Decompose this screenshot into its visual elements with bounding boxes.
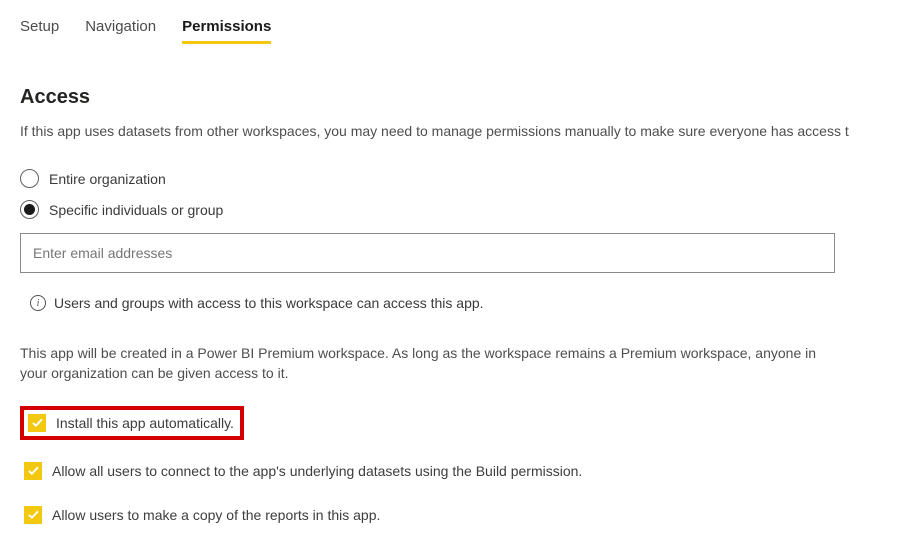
- checkbox-label-copy[interactable]: Allow users to make a copy of the report…: [52, 507, 380, 523]
- radio-label-entire: Entire organization: [49, 171, 166, 187]
- checkbox-allow-copy[interactable]: [24, 506, 42, 524]
- checkbox-label-install[interactable]: Install this app automatically.: [56, 415, 234, 431]
- checkbox-install-automatically-highlight: Install this app automatically.: [20, 406, 244, 440]
- radio-entire-organization[interactable]: Entire organization: [20, 169, 878, 188]
- checkbox-install-automatically[interactable]: [28, 414, 46, 432]
- radio-label-specific: Specific individuals or group: [49, 202, 223, 218]
- checkbox-row-allow-build: Allow all users to connect to the app's …: [20, 458, 588, 484]
- radio-icon: [20, 200, 39, 219]
- info-text: Users and groups with access to this wor…: [54, 295, 484, 311]
- checkbox-allow-build[interactable]: [24, 462, 42, 480]
- checkbox-row-allow-copy: Allow users to make a copy of the report…: [20, 502, 386, 528]
- checkbox-list: Install this app automatically. Allow al…: [20, 406, 878, 528]
- tab-bar: Setup Navigation Permissions: [20, 18, 878, 44]
- radio-icon: [20, 169, 39, 188]
- tab-permissions[interactable]: Permissions: [182, 18, 271, 44]
- email-addresses-input[interactable]: [20, 233, 835, 273]
- check-icon: [27, 464, 40, 477]
- access-heading: Access: [20, 86, 878, 109]
- check-icon: [27, 508, 40, 521]
- check-icon: [31, 416, 44, 429]
- checkbox-label-build[interactable]: Allow all users to connect to the app's …: [52, 463, 582, 479]
- access-radio-group: Entire organization Specific individuals…: [20, 169, 878, 219]
- access-intro: If this app uses datasets from other wor…: [20, 123, 878, 139]
- premium-note: This app will be created in a Power BI P…: [20, 343, 840, 384]
- tab-navigation[interactable]: Navigation: [85, 18, 156, 44]
- info-row: i Users and groups with access to this w…: [20, 295, 878, 311]
- tab-setup[interactable]: Setup: [20, 18, 59, 44]
- info-icon: i: [30, 295, 46, 311]
- radio-specific-individuals[interactable]: Specific individuals or group: [20, 200, 878, 219]
